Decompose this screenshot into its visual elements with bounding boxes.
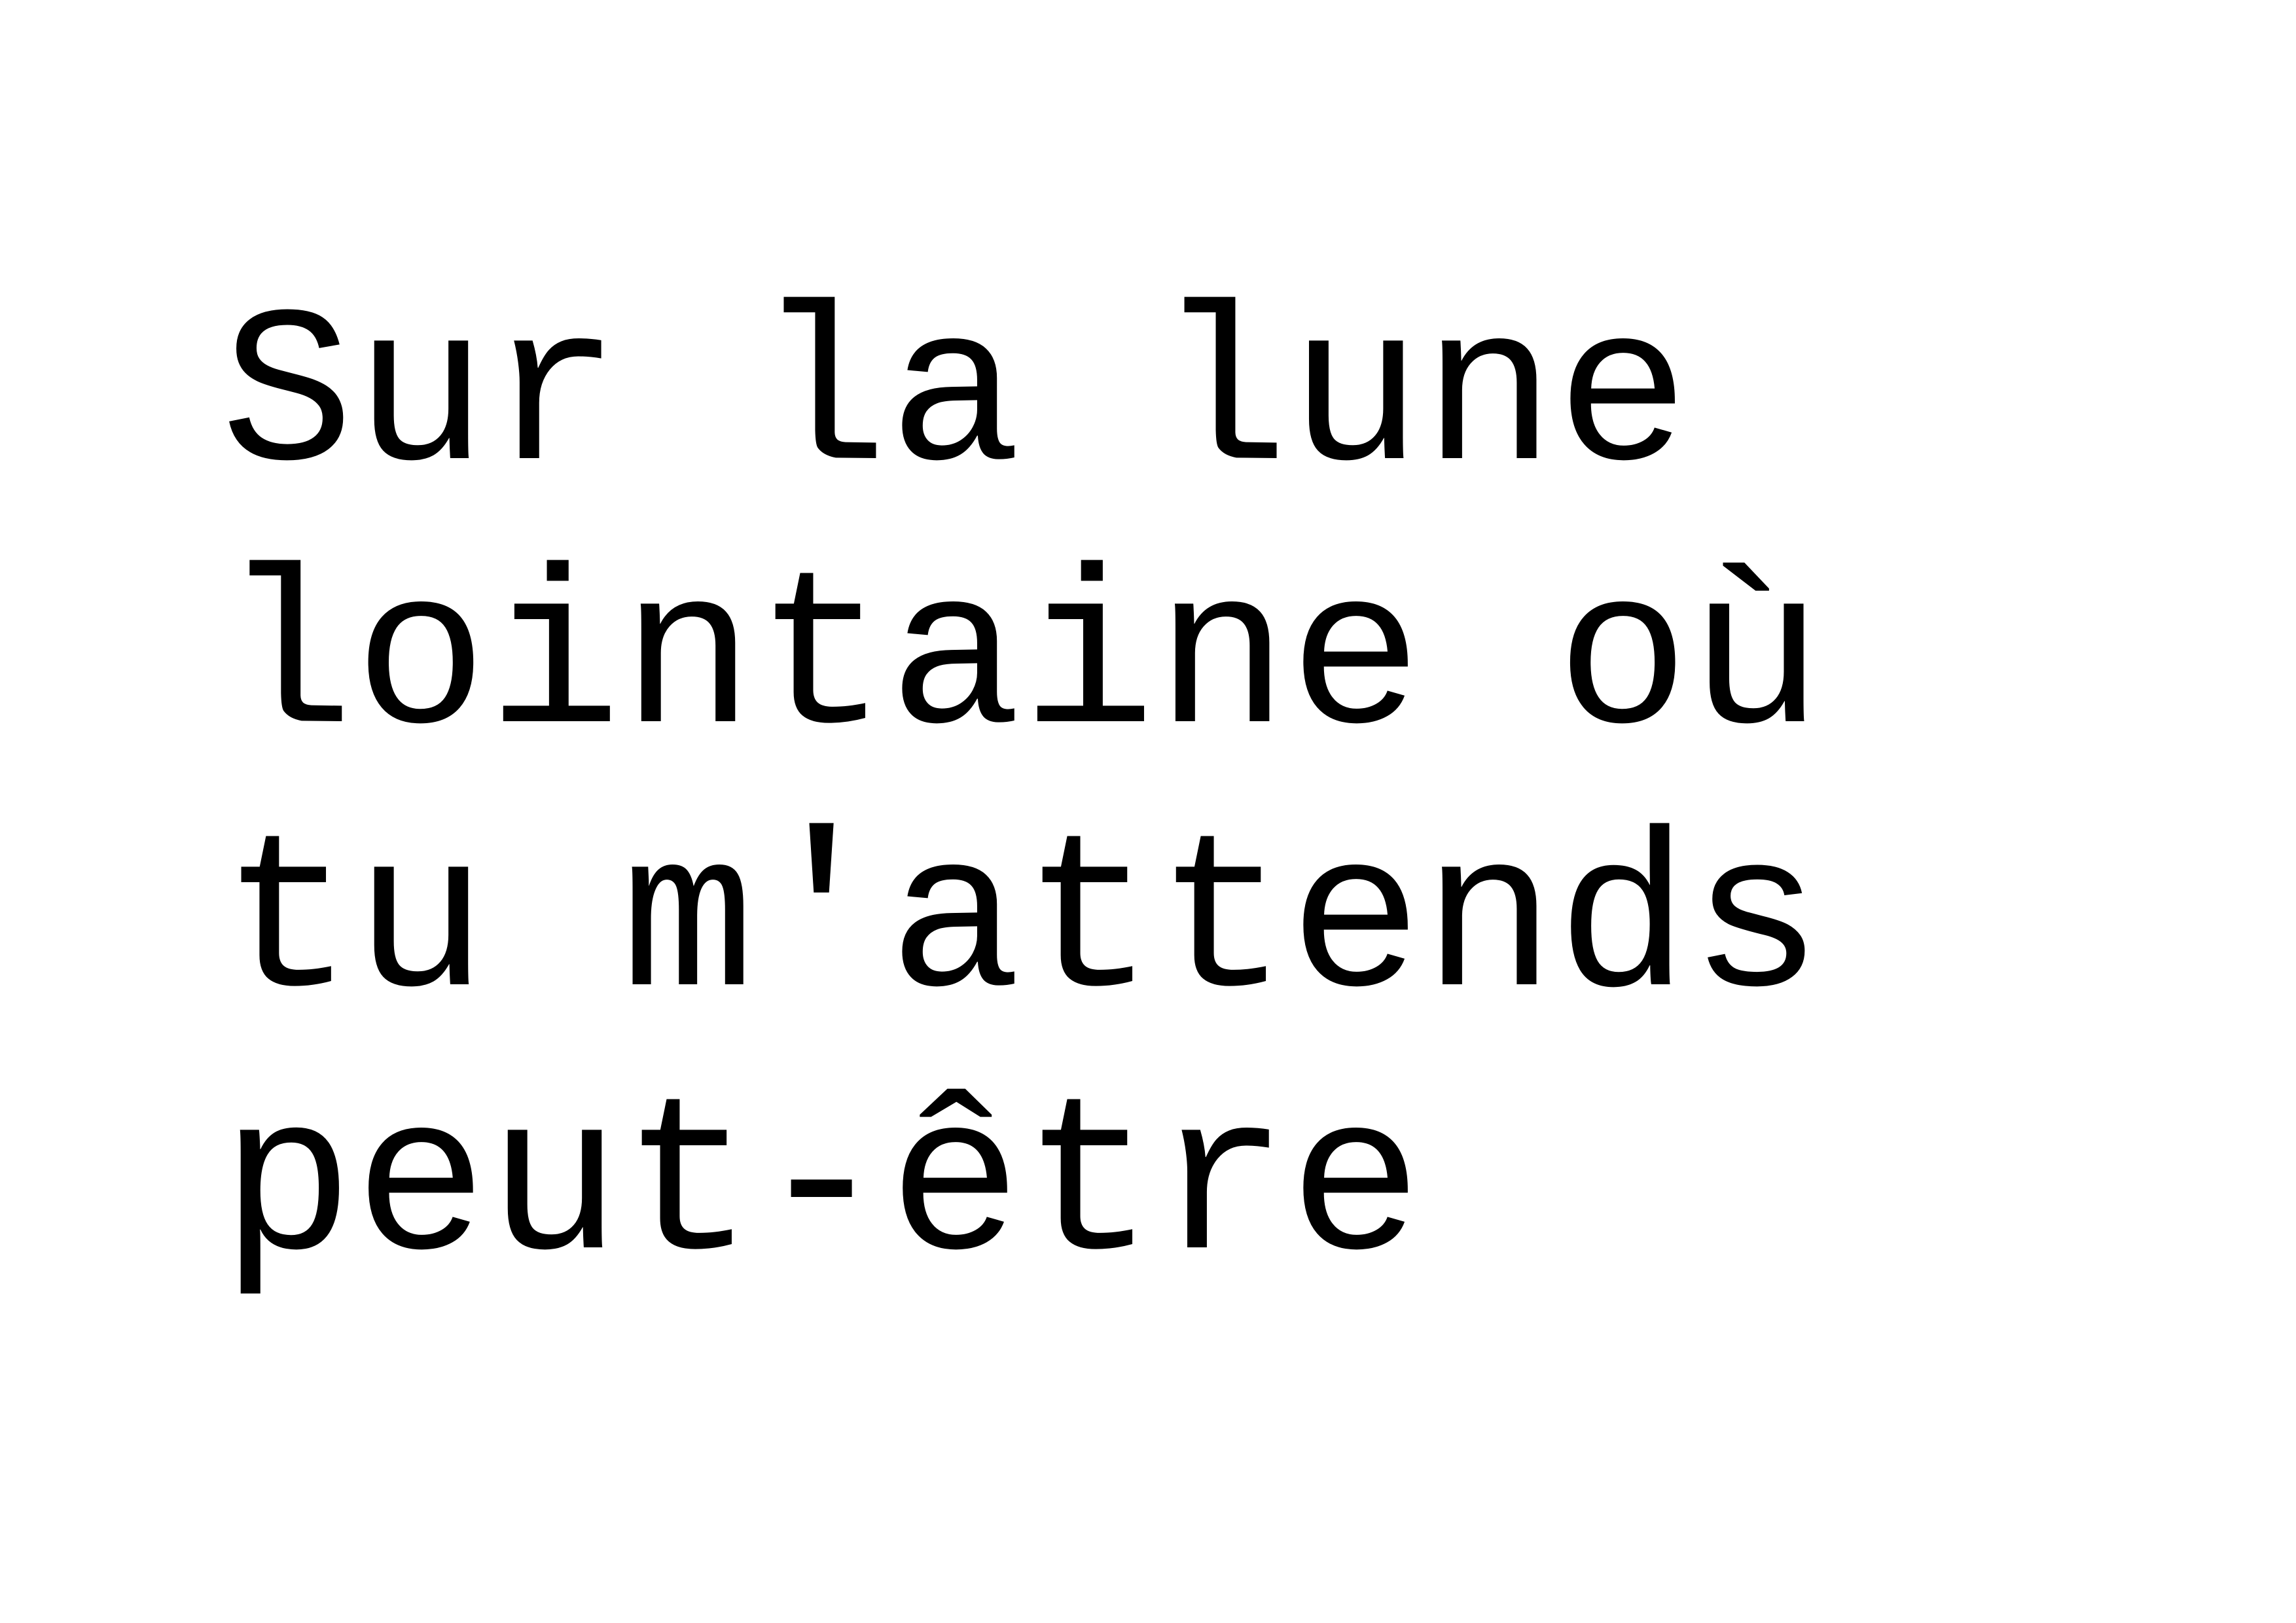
- poem-text: Sur la lune lointaine où tu m'attends pe…: [221, 268, 1823, 1321]
- document-page: Sur la lune lointaine où tu m'attends pe…: [0, 0, 2296, 1623]
- text-line-4: peut-être: [221, 1063, 1423, 1315]
- text-line-2: lointaine où: [221, 537, 1823, 789]
- text-line-1: Sur la lune: [221, 274, 1690, 526]
- text-line-3: tu m'attends: [221, 800, 1823, 1052]
